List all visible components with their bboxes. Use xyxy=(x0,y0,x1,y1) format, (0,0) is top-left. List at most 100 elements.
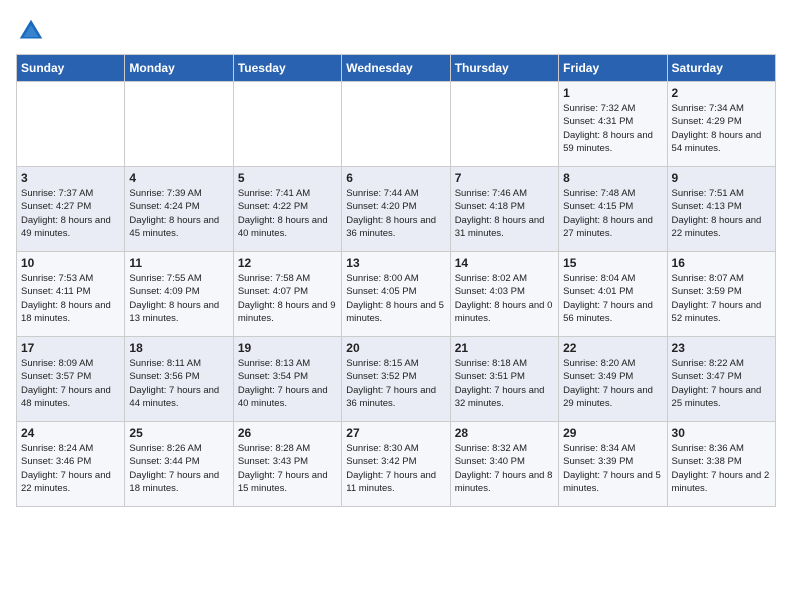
day-number: 11 xyxy=(129,256,228,270)
calendar-cell: 3 Sunrise: 7:37 AM Sunset: 4:27 PM Daylig… xyxy=(17,167,125,252)
day-info: Sunrise: 7:44 AM Sunset: 4:20 PM Dayligh… xyxy=(346,187,445,240)
calendar-cell: 19 Sunrise: 8:13 AM Sunset: 3:54 PM Dayli… xyxy=(233,337,341,422)
day-number: 9 xyxy=(672,171,771,185)
day-number: 27 xyxy=(346,426,445,440)
calendar-day-header: Monday xyxy=(125,55,233,82)
calendar-table: SundayMondayTuesdayWednesdayThursdayFrid… xyxy=(16,54,776,507)
day-number: 21 xyxy=(455,341,554,355)
calendar-cell: 30 Sunrise: 8:36 AM Sunset: 3:38 PM Dayli… xyxy=(667,422,775,507)
day-info: Sunrise: 7:34 AM Sunset: 4:29 PM Dayligh… xyxy=(672,102,771,155)
day-number: 22 xyxy=(563,341,662,355)
day-info: Sunrise: 8:28 AM Sunset: 3:43 PM Dayligh… xyxy=(238,442,337,495)
calendar-day-header: Friday xyxy=(559,55,667,82)
calendar-cell: 12 Sunrise: 7:58 AM Sunset: 4:07 PM Dayli… xyxy=(233,252,341,337)
day-info: Sunrise: 8:22 AM Sunset: 3:47 PM Dayligh… xyxy=(672,357,771,410)
day-number: 10 xyxy=(21,256,120,270)
calendar-day-header: Sunday xyxy=(17,55,125,82)
day-info: Sunrise: 8:36 AM Sunset: 3:38 PM Dayligh… xyxy=(672,442,771,495)
day-number: 4 xyxy=(129,171,228,185)
calendar-cell: 20 Sunrise: 8:15 AM Sunset: 3:52 PM Dayli… xyxy=(342,337,450,422)
day-number: 3 xyxy=(21,171,120,185)
day-number: 28 xyxy=(455,426,554,440)
day-info: Sunrise: 7:48 AM Sunset: 4:15 PM Dayligh… xyxy=(563,187,662,240)
day-number: 19 xyxy=(238,341,337,355)
day-number: 17 xyxy=(21,341,120,355)
day-number: 5 xyxy=(238,171,337,185)
day-number: 7 xyxy=(455,171,554,185)
day-info: Sunrise: 8:30 AM Sunset: 3:42 PM Dayligh… xyxy=(346,442,445,495)
day-number: 15 xyxy=(563,256,662,270)
day-info: Sunrise: 7:41 AM Sunset: 4:22 PM Dayligh… xyxy=(238,187,337,240)
day-info: Sunrise: 8:32 AM Sunset: 3:40 PM Dayligh… xyxy=(455,442,554,495)
calendar-day-header: Wednesday xyxy=(342,55,450,82)
calendar-cell: 29 Sunrise: 8:34 AM Sunset: 3:39 PM Dayli… xyxy=(559,422,667,507)
calendar-cell: 17 Sunrise: 8:09 AM Sunset: 3:57 PM Dayli… xyxy=(17,337,125,422)
calendar-body: 1 Sunrise: 7:32 AM Sunset: 4:31 PM Daylig… xyxy=(17,82,776,507)
calendar-cell: 24Sunrise: 8:24 AM Sunset: 3:46 PM Dayli… xyxy=(17,422,125,507)
day-info: Sunrise: 8:34 AM Sunset: 3:39 PM Dayligh… xyxy=(563,442,662,495)
calendar-cell: 23Sunrise: 8:22 AM Sunset: 3:47 PM Dayli… xyxy=(667,337,775,422)
calendar-cell: 21 Sunrise: 8:18 AM Sunset: 3:51 PM Dayli… xyxy=(450,337,558,422)
calendar-cell: 6 Sunrise: 7:44 AM Sunset: 4:20 PM Daylig… xyxy=(342,167,450,252)
day-info: Sunrise: 7:51 AM Sunset: 4:13 PM Dayligh… xyxy=(672,187,771,240)
day-number: 18 xyxy=(129,341,228,355)
day-number: 25 xyxy=(129,426,228,440)
day-number: 29 xyxy=(563,426,662,440)
day-info: Sunrise: 7:32 AM Sunset: 4:31 PM Dayligh… xyxy=(563,102,662,155)
calendar-cell: 13Sunrise: 8:00 AM Sunset: 4:05 PM Dayli… xyxy=(342,252,450,337)
calendar-cell: 7 Sunrise: 7:46 AM Sunset: 4:18 PM Daylig… xyxy=(450,167,558,252)
day-number: 8 xyxy=(563,171,662,185)
calendar-header-row: SundayMondayTuesdayWednesdayThursdayFrid… xyxy=(17,55,776,82)
calendar-cell: 8 Sunrise: 7:48 AM Sunset: 4:15 PM Daylig… xyxy=(559,167,667,252)
day-number: 2 xyxy=(672,86,771,100)
calendar-cell: 5 Sunrise: 7:41 AM Sunset: 4:22 PM Daylig… xyxy=(233,167,341,252)
day-number: 14 xyxy=(455,256,554,270)
calendar-cell: 1 Sunrise: 7:32 AM Sunset: 4:31 PM Daylig… xyxy=(559,82,667,167)
day-info: Sunrise: 8:24 AM Sunset: 3:46 PM Dayligh… xyxy=(21,442,120,495)
calendar-cell: 10 Sunrise: 7:53 AM Sunset: 4:11 PM Dayli… xyxy=(17,252,125,337)
day-number: 1 xyxy=(563,86,662,100)
day-info: Sunrise: 8:20 AM Sunset: 3:49 PM Dayligh… xyxy=(563,357,662,410)
logo-icon xyxy=(16,16,46,46)
calendar-cell: 15Sunrise: 8:04 AM Sunset: 4:01 PM Dayli… xyxy=(559,252,667,337)
page-header xyxy=(16,16,776,46)
calendar-week-row: 1 Sunrise: 7:32 AM Sunset: 4:31 PM Daylig… xyxy=(17,82,776,167)
calendar-cell: 27 Sunrise: 8:30 AM Sunset: 3:42 PM Dayli… xyxy=(342,422,450,507)
day-info: Sunrise: 8:15 AM Sunset: 3:52 PM Dayligh… xyxy=(346,357,445,410)
calendar-cell: 9 Sunrise: 7:51 AM Sunset: 4:13 PM Daylig… xyxy=(667,167,775,252)
calendar-cell: 2 Sunrise: 7:34 AM Sunset: 4:29 PM Daylig… xyxy=(667,82,775,167)
day-number: 30 xyxy=(672,426,771,440)
calendar-cell: 25 Sunrise: 8:26 AM Sunset: 3:44 PM Dayli… xyxy=(125,422,233,507)
day-info: Sunrise: 7:58 AM Sunset: 4:07 PM Dayligh… xyxy=(238,272,337,325)
day-number: 26 xyxy=(238,426,337,440)
calendar-day-header: Tuesday xyxy=(233,55,341,82)
calendar-week-row: 17 Sunrise: 8:09 AM Sunset: 3:57 PM Dayli… xyxy=(17,337,776,422)
calendar-week-row: 3 Sunrise: 7:37 AM Sunset: 4:27 PM Daylig… xyxy=(17,167,776,252)
calendar-cell xyxy=(17,82,125,167)
calendar-cell: 4 Sunrise: 7:39 AM Sunset: 4:24 PM Daylig… xyxy=(125,167,233,252)
day-info: Sunrise: 8:18 AM Sunset: 3:51 PM Dayligh… xyxy=(455,357,554,410)
calendar-cell: 26 Sunrise: 8:28 AM Sunset: 3:43 PM Dayli… xyxy=(233,422,341,507)
day-info: Sunrise: 8:02 AM Sunset: 4:03 PM Dayligh… xyxy=(455,272,554,325)
calendar-week-row: 10 Sunrise: 7:53 AM Sunset: 4:11 PM Dayli… xyxy=(17,252,776,337)
day-info: Sunrise: 7:53 AM Sunset: 4:11 PM Dayligh… xyxy=(21,272,120,325)
calendar-cell: 14 Sunrise: 8:02 AM Sunset: 4:03 PM Dayli… xyxy=(450,252,558,337)
day-info: Sunrise: 7:39 AM Sunset: 4:24 PM Dayligh… xyxy=(129,187,228,240)
logo xyxy=(16,16,50,46)
day-info: Sunrise: 8:13 AM Sunset: 3:54 PM Dayligh… xyxy=(238,357,337,410)
calendar-cell xyxy=(233,82,341,167)
day-number: 20 xyxy=(346,341,445,355)
calendar-day-header: Saturday xyxy=(667,55,775,82)
day-info: Sunrise: 8:09 AM Sunset: 3:57 PM Dayligh… xyxy=(21,357,120,410)
calendar-week-row: 24Sunrise: 8:24 AM Sunset: 3:46 PM Dayli… xyxy=(17,422,776,507)
calendar-cell: 28 Sunrise: 8:32 AM Sunset: 3:40 PM Dayli… xyxy=(450,422,558,507)
calendar-cell xyxy=(342,82,450,167)
day-number: 6 xyxy=(346,171,445,185)
day-number: 13 xyxy=(346,256,445,270)
day-info: Sunrise: 7:37 AM Sunset: 4:27 PM Dayligh… xyxy=(21,187,120,240)
day-number: 12 xyxy=(238,256,337,270)
day-info: Sunrise: 7:55 AM Sunset: 4:09 PM Dayligh… xyxy=(129,272,228,325)
calendar-cell: 18Sunrise: 8:11 AM Sunset: 3:56 PM Dayli… xyxy=(125,337,233,422)
day-info: Sunrise: 7:46 AM Sunset: 4:18 PM Dayligh… xyxy=(455,187,554,240)
day-info: Sunrise: 8:26 AM Sunset: 3:44 PM Dayligh… xyxy=(129,442,228,495)
